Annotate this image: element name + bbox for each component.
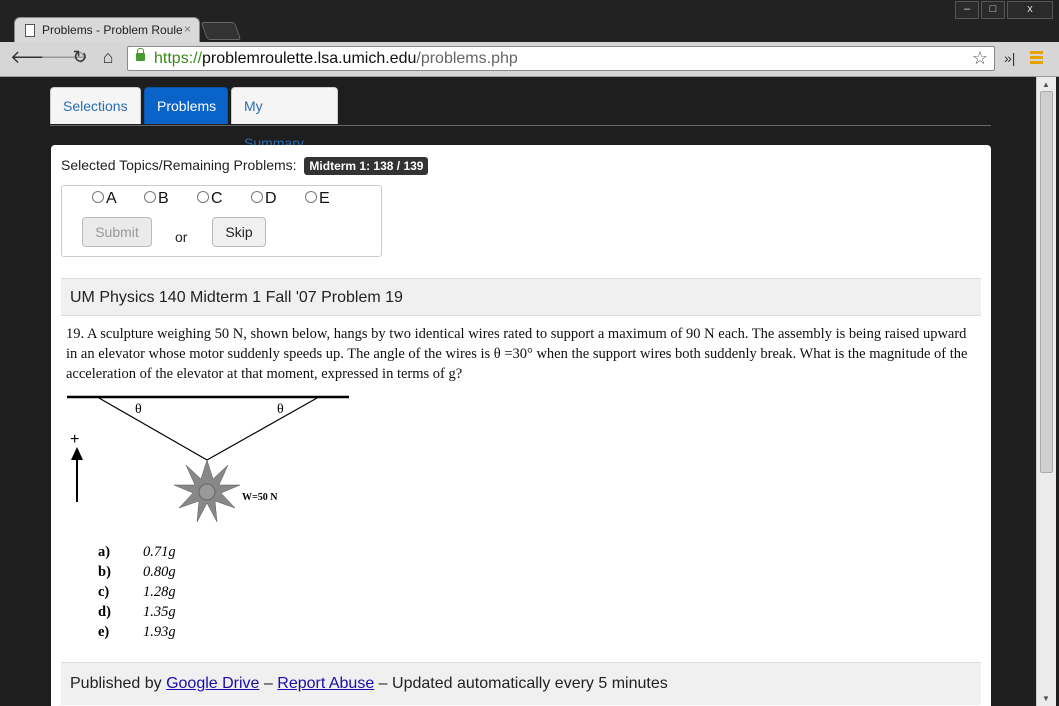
vertical-scrollbar[interactable]: ▲ ▼ (1036, 77, 1056, 706)
theta-left-label: θ (135, 402, 142, 417)
radio-icon[interactable] (251, 191, 263, 203)
or-label: or (175, 229, 188, 245)
back-icon[interactable]: 🡐 (10, 47, 58, 68)
answer-form: A B C D E Submit or Skip (61, 185, 382, 257)
up-arrow-icon (71, 447, 83, 460)
problem-heading: UM Physics 140 Midterm 1 Fall '07 Proble… (70, 289, 403, 306)
extensions-overflow-icon[interactable]: »| (1004, 50, 1015, 66)
problem-text: 19. A sculpture weighing 50 N, shown bel… (66, 326, 968, 382)
minimize-button[interactable]: – (955, 1, 979, 19)
weight-label: W=50 N (242, 492, 278, 503)
url-text[interactable]: https://problemroulette.lsa.umich.edu/pr… (154, 50, 518, 68)
tab-my-summary[interactable]: My Summary (231, 87, 338, 151)
sculpture-center (198, 483, 216, 501)
choice-c: c) 1.28g (98, 584, 176, 600)
lock-icon (136, 48, 145, 61)
forward-icon[interactable]: 🡒 (40, 47, 88, 68)
home-icon[interactable]: ⌂ (97, 47, 119, 68)
browser-toolbar: 🡐 🡒 ↻ ⌂ https://problemroulette.lsa.umic… (0, 42, 1059, 77)
selected-topics-label: Selected Topics/Remaining Problems: (61, 157, 297, 173)
page-footer: Published by Google Drive – Report Abuse… (61, 662, 981, 705)
option-a[interactable]: A (92, 190, 117, 208)
close-window-button[interactable]: x (1007, 1, 1053, 19)
option-d[interactable]: D (251, 190, 277, 208)
selected-topics-row: Selected Topics/Remaining Problems: Midt… (61, 157, 429, 175)
theta-right-label: θ (277, 402, 284, 417)
maximize-button[interactable]: □ (981, 1, 1005, 19)
choice-b: b) 0.80g (98, 564, 176, 580)
report-abuse-link[interactable]: Report Abuse (277, 675, 374, 692)
radio-icon[interactable] (144, 191, 156, 203)
right-wire (206, 397, 318, 461)
option-b[interactable]: B (144, 190, 169, 208)
submit-button[interactable]: Submit (82, 217, 152, 247)
window-controls: – □ x (953, 1, 1053, 19)
remaining-badge: Midterm 1: 138 / 139 (304, 157, 429, 175)
page-content: Selections Problems My Summary Selected … (0, 77, 1036, 706)
radio-icon[interactable] (92, 191, 104, 203)
scroll-up-icon[interactable]: ▲ (1042, 80, 1050, 89)
plus-sign-label: + (70, 431, 79, 448)
bookmark-star-icon[interactable]: ☆ (972, 48, 988, 69)
problem-heading-bar: UM Physics 140 Midterm 1 Fall '07 Proble… (61, 278, 981, 316)
tab-strip: Problems - Problem Roulette × – □ x (0, 0, 1059, 43)
left-wire (98, 397, 208, 461)
answer-choices: a) 0.71g b) 0.80g c) 1.28g d) 1.35g e) 1.93g (98, 542, 218, 642)
scroll-down-icon[interactable]: ▼ (1042, 694, 1050, 703)
problem-panel: Selected Topics/Remaining Problems: Midt… (51, 145, 991, 706)
browser-window: Problems - Problem Roulette × – □ x 🡐 🡒 … (0, 0, 1059, 706)
reload-icon[interactable]: ↻ (69, 47, 91, 68)
footer-separator: – (378, 675, 388, 692)
skip-button[interactable]: Skip (212, 217, 266, 247)
radio-icon[interactable] (305, 191, 317, 203)
tab-selections[interactable]: Selections (50, 87, 141, 124)
nav-tabs: Selections Problems My Summary (50, 87, 991, 151)
address-bar[interactable]: https://problemroulette.lsa.umich.edu/pr… (127, 46, 995, 71)
problem-figure: θ θ + W=50 N (67, 395, 349, 523)
tab-close-icon[interactable]: × (184, 22, 191, 36)
browser-tab[interactable]: Problems - Problem Roulette × (14, 17, 200, 43)
choice-d: d) 1.35g (98, 604, 176, 620)
radio-icon[interactable] (197, 191, 209, 203)
tab-problems[interactable]: Problems (144, 87, 228, 124)
scrollbar-thumb[interactable] (1040, 91, 1053, 473)
option-e[interactable]: E (305, 190, 330, 208)
google-drive-link[interactable]: Google Drive (166, 675, 259, 692)
published-by-text: Published by (70, 675, 162, 692)
page-icon (25, 24, 35, 37)
option-c[interactable]: C (197, 190, 223, 208)
tab-title: Problems - Problem Roulette (42, 23, 182, 37)
new-tab-button[interactable] (200, 22, 242, 40)
footer-separator: – (263, 675, 273, 692)
menu-icon[interactable] (1030, 51, 1043, 65)
choice-e: e) 1.93g (98, 624, 176, 640)
updated-text: Updated automatically every 5 minutes (392, 675, 668, 692)
choice-a: a) 0.71g (98, 544, 176, 560)
